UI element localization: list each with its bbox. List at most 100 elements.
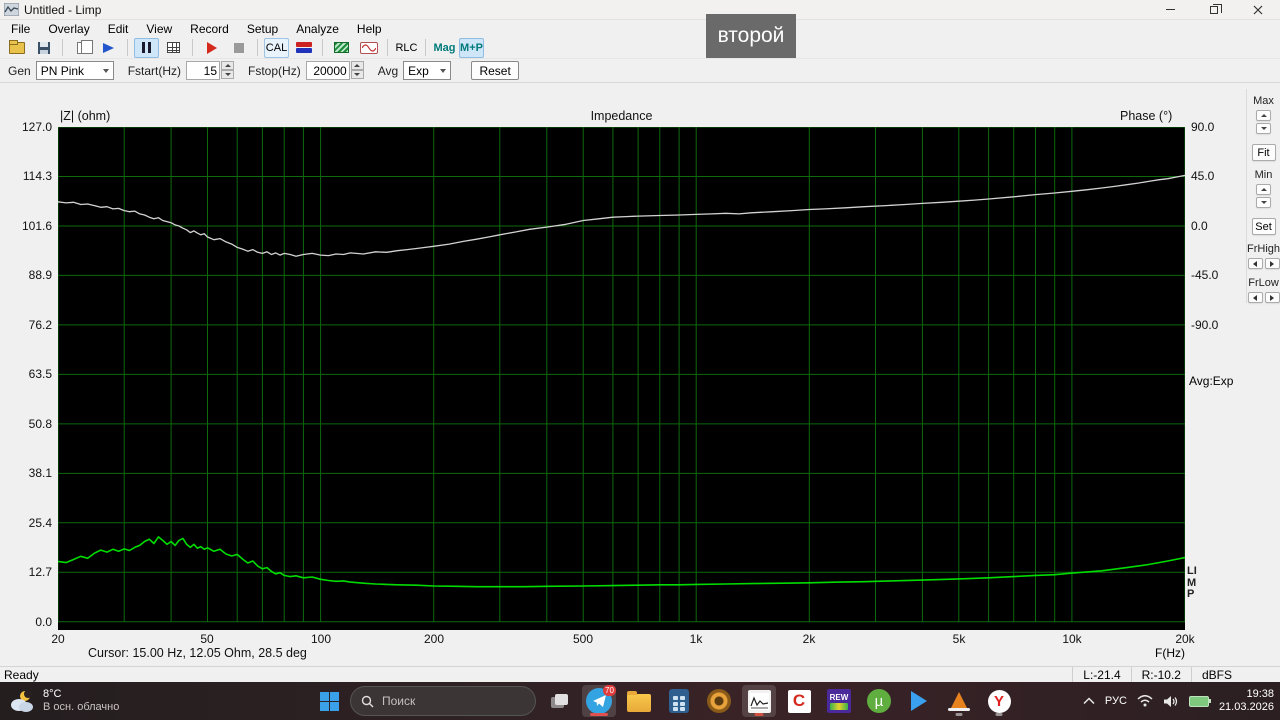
min-up-button[interactable] xyxy=(1256,184,1271,195)
calibrate-button[interactable]: CAL xyxy=(264,37,289,58)
clock[interactable]: 19:38 21.03.2026 xyxy=(1219,688,1274,714)
limp-app[interactable] xyxy=(742,685,776,717)
table-view-button[interactable] xyxy=(161,38,186,58)
frlow-right-button[interactable] xyxy=(1264,292,1280,303)
fstart-input[interactable] xyxy=(186,61,221,80)
blue-flag-icon xyxy=(103,42,114,53)
tray-expand-button[interactable] xyxy=(1083,697,1095,705)
toolbar-separator xyxy=(257,39,258,56)
media-player-app[interactable] xyxy=(902,685,936,717)
reset-button[interactable]: Reset xyxy=(471,61,520,80)
x-tick: 200 xyxy=(423,632,445,646)
chart-title: Impedance xyxy=(590,109,653,123)
desktop: { "window": { "title": "Untitled - Limp"… xyxy=(0,0,1280,720)
set-button[interactable]: Set xyxy=(1251,218,1276,235)
rlc-button[interactable]: RLC xyxy=(394,38,419,58)
max-down-button[interactable] xyxy=(1256,123,1271,134)
fstop-down-button[interactable] xyxy=(350,70,364,79)
date: 21.03.2026 xyxy=(1218,701,1274,713)
toolbar-separator xyxy=(127,39,128,56)
copy-button[interactable] xyxy=(69,38,94,58)
vlc-app[interactable] xyxy=(942,685,976,717)
menu-file[interactable]: File xyxy=(2,20,39,37)
overlay-colors-button[interactable] xyxy=(291,38,316,58)
x-tick: 50 xyxy=(200,632,214,646)
marker-button[interactable] xyxy=(96,38,121,58)
mag-phase-view-button[interactable]: M+P xyxy=(459,37,484,58)
menu-help[interactable]: Help xyxy=(348,20,391,37)
fstart-down-button[interactable] xyxy=(221,70,235,79)
close-button[interactable] xyxy=(1236,0,1280,19)
wifi-icon[interactable] xyxy=(1137,695,1153,707)
task-view-button[interactable] xyxy=(542,685,576,717)
generator-select[interactable]: PN Pink xyxy=(35,61,114,80)
vlc-cone-icon xyxy=(948,692,970,711)
spin-down-icon xyxy=(1260,201,1267,204)
frhigh-right-button[interactable] xyxy=(1264,258,1280,269)
menu-overlay[interactable]: Overlay xyxy=(39,20,98,37)
record-stop-button[interactable] xyxy=(226,38,251,58)
sine-button[interactable] xyxy=(356,38,381,58)
menu-bar: File Overlay Edit View Record Setup Anal… xyxy=(0,20,1280,37)
status-bar: Ready L:-21.4 R:-10.2 dBFS xyxy=(0,666,1280,682)
menu-analyze[interactable]: Analyze xyxy=(287,20,348,37)
pause-button[interactable] xyxy=(134,37,159,58)
search-box[interactable] xyxy=(350,686,536,716)
telegram-app[interactable]: 70 xyxy=(582,685,616,717)
play-icon xyxy=(206,41,217,54)
battery-icon[interactable] xyxy=(1188,695,1211,707)
menu-edit[interactable]: Edit xyxy=(99,20,138,37)
record-start-button[interactable] xyxy=(199,38,224,58)
utorrent-app[interactable]: µ xyxy=(862,685,896,717)
max-up-button[interactable] xyxy=(1256,110,1271,121)
restore-button[interactable] xyxy=(1192,0,1236,19)
open-button[interactable] xyxy=(4,38,29,58)
gen-label: Gen xyxy=(8,63,31,78)
frhigh-left-button[interactable] xyxy=(1247,258,1263,269)
minimize-button[interactable] xyxy=(1148,0,1192,19)
fstop-input[interactable] xyxy=(305,61,350,80)
chevron-down-icon xyxy=(440,68,447,73)
x-tick: 5k xyxy=(952,632,966,646)
fstart-up-button[interactable] xyxy=(221,61,235,70)
fit-button[interactable]: Fit xyxy=(1251,144,1276,161)
menu-record[interactable]: Record xyxy=(181,20,238,37)
rew-app[interactable]: REW xyxy=(822,685,856,717)
active-app-indicator xyxy=(590,713,608,716)
magnitude-view-button[interactable]: Mag xyxy=(432,38,457,58)
eye-app[interactable] xyxy=(702,685,736,717)
window-title: Untitled - Limp xyxy=(24,2,102,17)
weather-condition: В осн. облачно xyxy=(43,701,120,713)
plot-canvas xyxy=(58,127,1185,623)
spin-up-icon xyxy=(224,64,231,67)
table-grid-icon xyxy=(167,42,180,53)
left-level-value: L:-21.4 xyxy=(1072,667,1130,682)
cursor-readout: Cursor: 15.00 Hz, 12.05 Ohm, 28.5 deg xyxy=(88,646,307,660)
frlow-left-button[interactable] xyxy=(1247,292,1263,303)
yandex-browser-app[interactable]: Y xyxy=(982,685,1016,717)
start-button[interactable] xyxy=(314,686,344,716)
weather-widget[interactable]: 8°C В осн. облачно xyxy=(8,682,119,720)
menu-setup[interactable]: Setup xyxy=(238,20,287,37)
save-button[interactable] xyxy=(31,38,56,58)
averaging-select[interactable]: Exp xyxy=(403,61,452,80)
min-down-button[interactable] xyxy=(1256,197,1271,208)
chevron-down-icon xyxy=(102,68,109,73)
save-floppy-icon xyxy=(37,41,50,54)
stop-icon xyxy=(233,42,244,53)
menu-view[interactable]: View xyxy=(137,20,181,37)
file-explorer-app[interactable] xyxy=(622,685,656,717)
minimize-icon xyxy=(1165,9,1175,10)
calculator-app[interactable] xyxy=(662,685,696,717)
impedance-plot[interactable] xyxy=(58,127,1185,630)
x-tick: 20 xyxy=(51,632,65,646)
c-app[interactable]: C xyxy=(782,685,816,717)
spin-up-icon xyxy=(1260,188,1267,191)
fstop-up-button[interactable] xyxy=(350,61,364,70)
language-indicator[interactable]: РУС xyxy=(1105,695,1127,707)
search-input[interactable] xyxy=(382,694,512,708)
volume-icon[interactable] xyxy=(1163,695,1179,708)
averaging-value: Exp xyxy=(408,63,429,78)
signal-gen-button[interactable] xyxy=(329,38,354,58)
x-axis-title: F(Hz) xyxy=(1155,646,1185,660)
